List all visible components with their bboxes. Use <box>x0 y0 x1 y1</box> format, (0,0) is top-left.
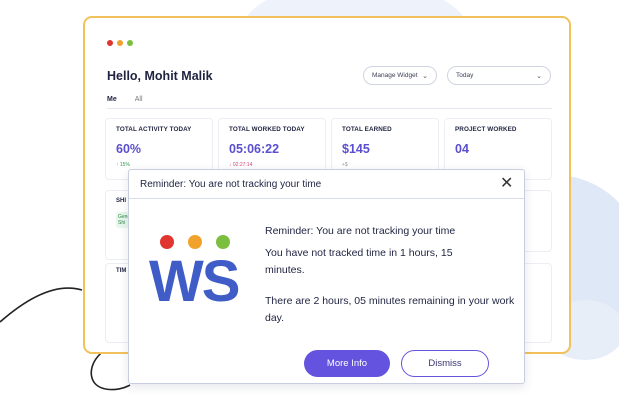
stat-label: TOTAL ACTIVITY TODAY <box>116 126 192 133</box>
manage-widget-dropdown[interactable]: Manage Widget ⌄ <box>363 66 437 85</box>
date-filter-dropdown[interactable]: Today ⌄ <box>447 66 551 85</box>
window-dot-red[interactable] <box>107 40 113 46</box>
window-dot-orange[interactable] <box>117 40 123 46</box>
tab-me[interactable]: Me <box>107 96 117 103</box>
chevron-down-icon: ⌄ <box>422 72 428 80</box>
dialog-message-untracked: You have not tracked time in 1 hours, 15… <box>265 247 453 276</box>
stat-activity: TOTAL ACTIVITY TODAY 60% ↑ 15% <box>116 126 220 168</box>
logo-dot-green <box>216 235 230 249</box>
stat-value: 04 <box>455 142 469 156</box>
shift-card-title: SHI <box>116 198 127 204</box>
date-filter-label: Today <box>456 72 474 79</box>
stat-label: TOTAL EARNED <box>342 126 392 133</box>
window-dot-green[interactable] <box>127 40 133 46</box>
reminder-dialog: Reminder: You are not tracking your time… <box>128 169 525 384</box>
tab-all[interactable]: All <box>135 96 143 103</box>
dialog-title: Reminder: You are not tracking your time <box>265 225 456 237</box>
scope-tabs: Me All <box>107 96 143 103</box>
tab-divider <box>107 108 552 109</box>
more-info-button[interactable]: More Info <box>304 350 390 377</box>
logo-dot-red <box>160 235 174 249</box>
manage-widget-label: Manage Widget <box>372 72 418 79</box>
stat-label: PROJECT WORKED <box>455 126 517 133</box>
stat-change: ↓ 02:27:14 <box>229 162 253 168</box>
stat-worked: TOTAL WORKED TODAY 05:06:22 ↓ 02:27:14 <box>229 126 333 168</box>
stat-change: ↑ 15% <box>116 162 130 168</box>
stat-value: 05:06:22 <box>229 142 280 156</box>
logo-dot-orange <box>188 235 202 249</box>
dialog-header: Reminder: You are not tracking your time… <box>129 170 524 199</box>
chevron-down-icon: ⌄ <box>536 72 542 80</box>
ws-logo: WS <box>147 232 247 314</box>
stat-value: 60% <box>116 142 142 156</box>
dialog-header-title: Reminder: You are not tracking your time <box>140 179 322 190</box>
stat-projects: PROJECT WORKED 04 <box>455 126 559 162</box>
stat-earned: TOTAL EARNED $145 +$ <box>342 126 446 168</box>
stat-value: $145 <box>342 142 370 156</box>
timeline-card-title: TIM <box>116 268 127 274</box>
stat-label: TOTAL WORKED TODAY <box>229 126 305 133</box>
greeting-title: Hello, Mohit Malik <box>107 69 213 83</box>
window-controls <box>107 40 133 46</box>
close-icon[interactable]: ✕ <box>500 176 513 192</box>
logo-text: WS <box>149 249 240 314</box>
stat-change: +$ <box>342 162 348 168</box>
dismiss-button[interactable]: Dismiss <box>401 350 489 377</box>
dialog-message-remaining: There are 2 hours, 05 minutes remaining … <box>265 295 515 324</box>
